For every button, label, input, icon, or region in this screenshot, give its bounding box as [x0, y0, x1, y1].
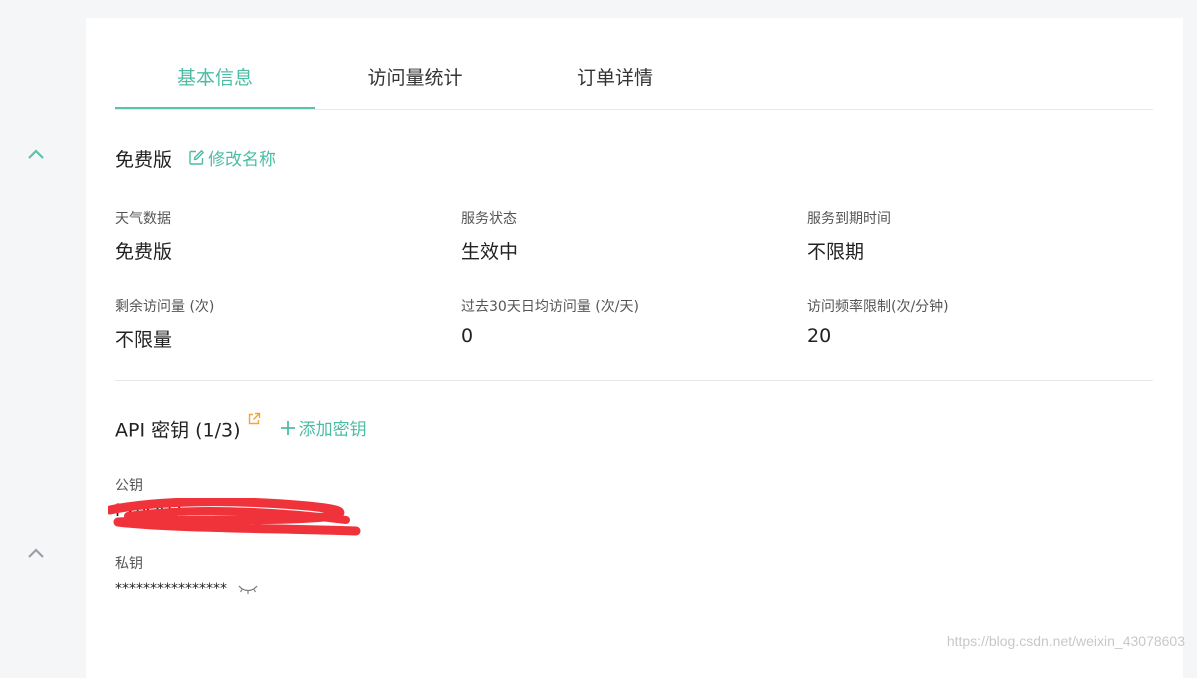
- section-divider: [115, 380, 1153, 381]
- tab-bar: 基本信息 访问量统计 订单详情: [115, 46, 1153, 110]
- eye-closed-icon[interactable]: [237, 583, 259, 595]
- info-value: 不限期: [807, 237, 891, 264]
- info-value: 生效中: [461, 237, 518, 264]
- content-card: 基本信息 访问量统计 订单详情 免费版 修改名称 天气数据 免费版 服务状态 生…: [86, 18, 1183, 678]
- tab-order-details[interactable]: 订单详情: [515, 46, 715, 109]
- info-weather-data: 天气数据 免费版: [115, 208, 172, 264]
- info-label: 服务状态: [461, 208, 518, 228]
- tab-basic-info[interactable]: 基本信息: [115, 46, 315, 109]
- watermark-text: https://blog.csdn.net/weixin_43078603: [947, 633, 1185, 649]
- public-key-label: 公钥: [115, 475, 183, 495]
- private-key-field: 私钥 ****************: [115, 553, 259, 597]
- external-link-icon[interactable]: [247, 412, 261, 426]
- plan-title-row: 免费版 修改名称: [115, 145, 276, 172]
- rename-link[interactable]: 修改名称: [188, 145, 276, 170]
- add-key-button[interactable]: 添加密钥: [279, 415, 367, 440]
- info-label: 服务到期时间: [807, 208, 891, 228]
- private-key-label: 私钥: [115, 553, 259, 573]
- api-key-title-row: API 密钥 (1/3) 添加密钥: [115, 415, 367, 443]
- info-label: 过去30天日均访问量 (次/天): [461, 296, 639, 316]
- info-service-status: 服务状态 生效中: [461, 208, 518, 264]
- info-label: 访问频率限制(次/分钟): [807, 296, 949, 316]
- info-remaining-quota: 剩余访问量 (次) 不限量: [115, 296, 214, 352]
- info-rate-limit: 访问频率限制(次/分钟) 20: [807, 296, 949, 347]
- info-value: 0: [461, 325, 639, 347]
- api-key-title: API 密钥 (1/3): [115, 420, 241, 442]
- info-label: 剩余访问量 (次): [115, 296, 214, 316]
- info-value: 免费版: [115, 237, 172, 264]
- info-value: 20: [807, 325, 949, 347]
- edit-icon: [188, 149, 205, 166]
- private-key-value: ****************: [115, 581, 227, 597]
- info-value: 不限量: [115, 325, 214, 352]
- collapse-chevron-up-icon-2[interactable]: [26, 546, 46, 560]
- plan-name: 免费版: [115, 149, 172, 171]
- tab-access-stats[interactable]: 访问量统计: [315, 46, 515, 109]
- rename-label: 修改名称: [208, 145, 276, 170]
- info-label: 天气数据: [115, 208, 172, 228]
- info-avg-daily-visits: 过去30天日均访问量 (次/天) 0: [461, 296, 639, 347]
- collapse-chevron-up-icon[interactable]: [26, 147, 46, 161]
- redaction-scribble: [108, 498, 368, 538]
- info-expiry: 服务到期时间 不限期: [807, 208, 891, 264]
- plus-icon: [279, 419, 297, 437]
- add-key-label: 添加密钥: [299, 415, 367, 440]
